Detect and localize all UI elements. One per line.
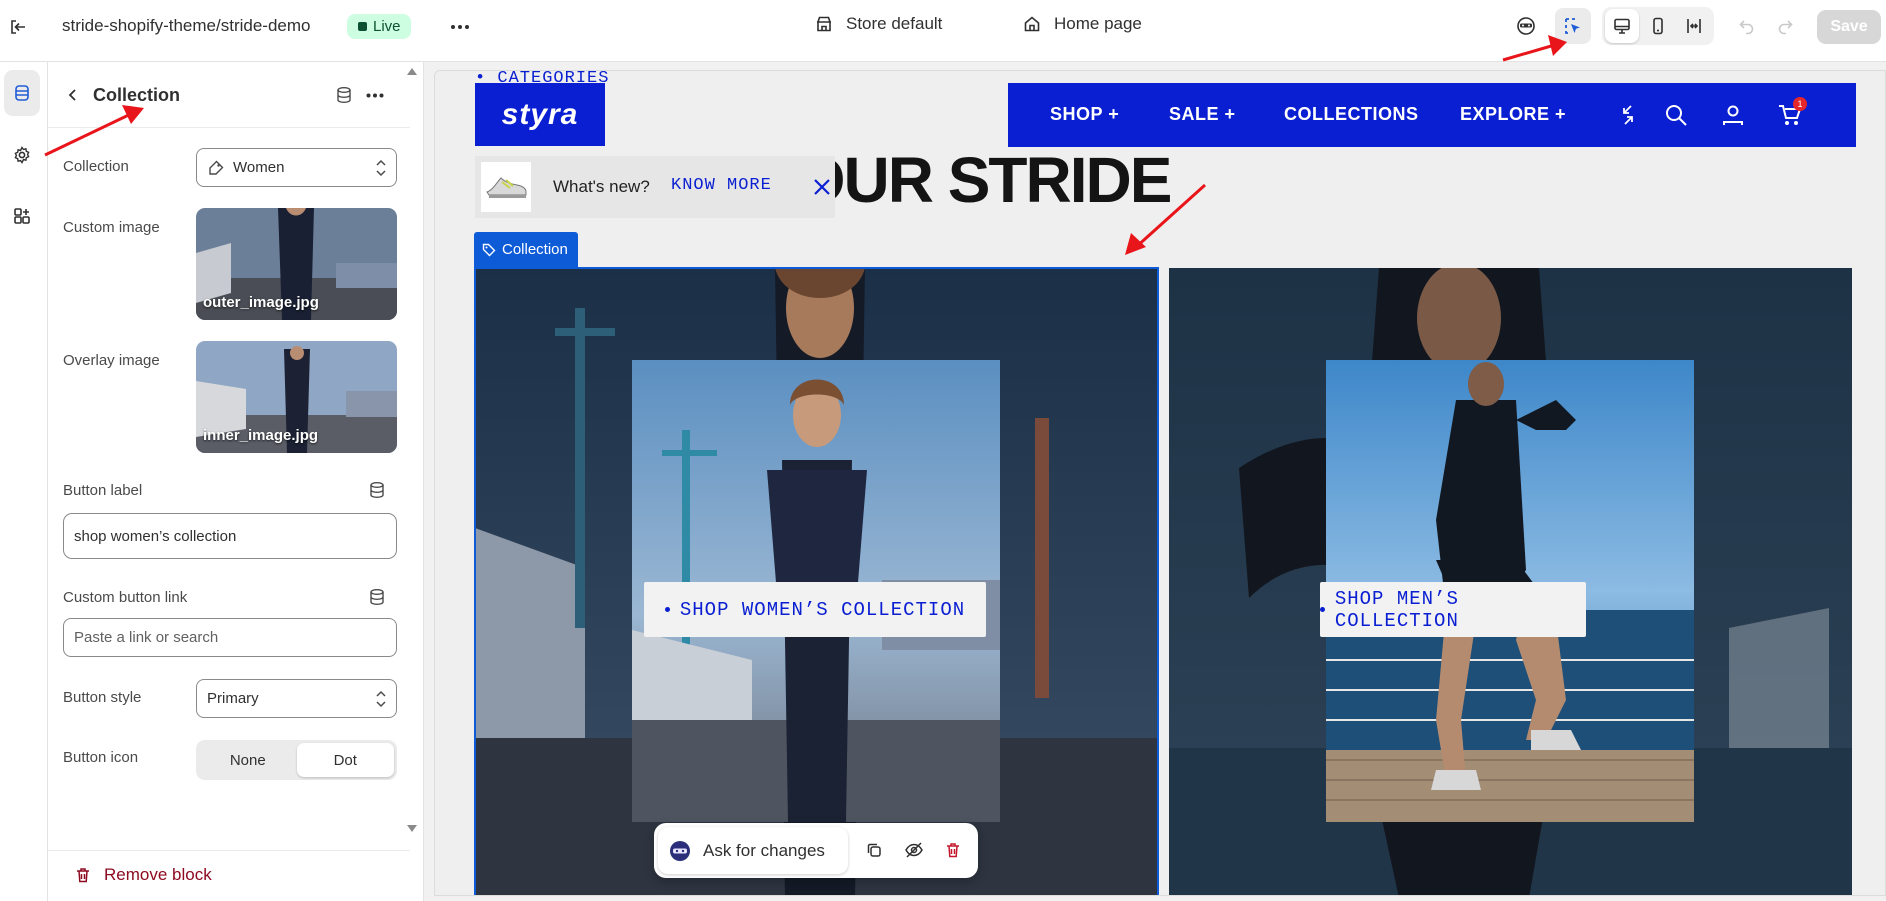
tag-icon xyxy=(207,159,225,177)
page-label: Home page xyxy=(1054,14,1142,33)
selected-block-label: Collection xyxy=(502,241,568,258)
live-dot-icon xyxy=(358,22,367,31)
undo-icon[interactable] xyxy=(1729,8,1765,44)
store-logo[interactable]: styra xyxy=(475,83,605,146)
ellipsis-icon[interactable] xyxy=(360,82,390,108)
panel-header: Collection xyxy=(48,62,410,128)
page-selector[interactable]: Home page xyxy=(1022,14,1142,34)
overlay-image-picker[interactable]: inner_image.jpg xyxy=(196,341,397,453)
custom-image-label: Custom image xyxy=(63,219,160,236)
dot-icon xyxy=(1320,607,1325,612)
dot-icon xyxy=(664,607,670,612)
inspector-icon[interactable] xyxy=(1508,8,1544,44)
button-style-value: Primary xyxy=(207,690,259,707)
delete-icon[interactable] xyxy=(941,838,965,862)
collection-card-women[interactable]: SHOP WOMEN’S COLLECTION xyxy=(474,267,1159,895)
collection-select[interactable]: Women xyxy=(196,148,397,187)
back-arrow-icon[interactable] xyxy=(58,80,88,110)
button-label-input[interactable]: shop women’s collection xyxy=(63,513,397,559)
collection-value: Women xyxy=(233,159,285,176)
select-chevron-icon xyxy=(375,690,387,708)
top-bar: stride-shopify-theme/stride-demo Live St… xyxy=(0,0,1886,62)
custom-image-filename: outer_image.jpg xyxy=(203,294,319,311)
sidekick-icon xyxy=(669,840,691,862)
button-style-select[interactable]: Primary xyxy=(196,679,397,718)
shop-men-button[interactable]: SHOP MEN’S COLLECTION xyxy=(1320,582,1586,637)
nav-shop[interactable]: SHOP + xyxy=(1050,104,1119,125)
selected-block-tag[interactable]: Collection xyxy=(474,232,578,267)
cart-icon[interactable]: 1 xyxy=(1776,97,1807,129)
home-icon xyxy=(1022,14,1042,34)
shoe-thumbnail xyxy=(481,162,531,212)
dynamic-source-icon[interactable] xyxy=(366,586,388,608)
theme-name[interactable]: stride-shopify-theme/stride-demo xyxy=(62,16,310,36)
panel-title: Collection xyxy=(93,85,181,105)
apps-icon[interactable] xyxy=(4,193,40,239)
panel-scrollbar[interactable] xyxy=(405,62,424,901)
live-badge: Live xyxy=(347,14,411,39)
theme-settings-icon[interactable] xyxy=(4,132,40,178)
know-more-link[interactable]: KNOW MORE xyxy=(671,176,772,195)
nav-explore[interactable]: EXPLORE + xyxy=(1460,104,1566,125)
close-icon[interactable] xyxy=(813,178,831,196)
custom-link-label: Custom button link xyxy=(63,589,188,606)
tag-icon xyxy=(482,243,496,257)
shop-women-label: SHOP WOMEN’S COLLECTION xyxy=(679,598,966,621)
live-label: Live xyxy=(373,18,401,35)
panel-footer: Remove block xyxy=(48,850,410,901)
scroll-up-icon[interactable] xyxy=(405,66,419,76)
desktop-icon[interactable] xyxy=(1605,9,1639,43)
store-selector[interactable]: Store default xyxy=(814,14,942,34)
whats-new-text: What's new? xyxy=(553,177,650,196)
remove-block-label: Remove block xyxy=(104,865,212,884)
scroll-down-icon[interactable] xyxy=(405,824,419,834)
store-icon xyxy=(814,14,834,34)
button-icon-toggle: None Dot xyxy=(196,740,397,780)
custom-image-picker[interactable]: outer_image.jpg xyxy=(196,208,397,320)
ask-for-changes-button[interactable]: Ask for changes xyxy=(658,827,848,874)
collection-label: Collection xyxy=(63,158,129,175)
account-icon[interactable] xyxy=(1719,101,1747,129)
trash-icon xyxy=(74,866,92,884)
exit-icon[interactable] xyxy=(0,10,36,44)
button-icon-none[interactable]: None xyxy=(199,743,297,777)
nav-sale[interactable]: SALE + xyxy=(1169,104,1236,125)
shop-men-label: SHOP MEN’S COLLECTION xyxy=(1334,587,1459,632)
overlay-image-filename: inner_image.jpg xyxy=(203,427,319,444)
store-label: Store default xyxy=(846,14,943,33)
cart-count-badge: 1 xyxy=(1793,97,1807,111)
ellipsis-icon[interactable] xyxy=(442,12,478,42)
fullscreen-icon[interactable] xyxy=(1677,9,1711,43)
hide-icon[interactable] xyxy=(902,838,926,862)
remove-block-button[interactable]: Remove block xyxy=(74,865,212,885)
select-element-icon[interactable] xyxy=(1555,8,1591,44)
custom-link-input[interactable]: Paste a link or search xyxy=(63,618,397,657)
dynamic-source-icon[interactable] xyxy=(331,82,357,108)
button-icon-label: Button icon xyxy=(63,749,139,766)
button-label-label: Button label xyxy=(63,482,143,499)
main-nav: SHOP + SALE + COLLECTIONS EXPLORE + 1 xyxy=(1008,83,1856,147)
button-style-label: Button style xyxy=(63,689,142,706)
collapse-icon[interactable] xyxy=(1614,101,1642,129)
floating-action-bar: Ask for changes xyxy=(654,823,978,878)
block-settings-panel: Collection Collection Women Custom image xyxy=(48,62,424,901)
left-rail xyxy=(0,62,48,901)
sections-icon[interactable] xyxy=(4,70,40,116)
redo-icon[interactable] xyxy=(1767,8,1803,44)
store-preview[interactable]: • CATEGORIES CHOOSE YOUR STRIDE styra SH… xyxy=(434,70,1886,896)
save-button[interactable]: Save xyxy=(1817,10,1881,44)
dynamic-source-icon[interactable] xyxy=(366,479,388,501)
overlay-image-label: Overlay image xyxy=(63,352,160,369)
ask-for-changes-label: Ask for changes xyxy=(703,840,825,860)
whats-new-banner: What's new? KNOW MORE xyxy=(475,156,835,218)
button-icon-dot[interactable]: Dot xyxy=(296,743,394,777)
duplicate-icon[interactable] xyxy=(862,838,886,862)
collection-card-men[interactable]: SHOP MEN’S COLLECTION xyxy=(1169,268,1852,895)
mobile-icon[interactable] xyxy=(1641,9,1675,43)
nav-collections[interactable]: COLLECTIONS xyxy=(1284,104,1419,125)
shop-women-button[interactable]: SHOP WOMEN’S COLLECTION xyxy=(644,582,986,637)
select-chevron-icon xyxy=(375,159,387,177)
search-icon[interactable] xyxy=(1662,101,1690,129)
